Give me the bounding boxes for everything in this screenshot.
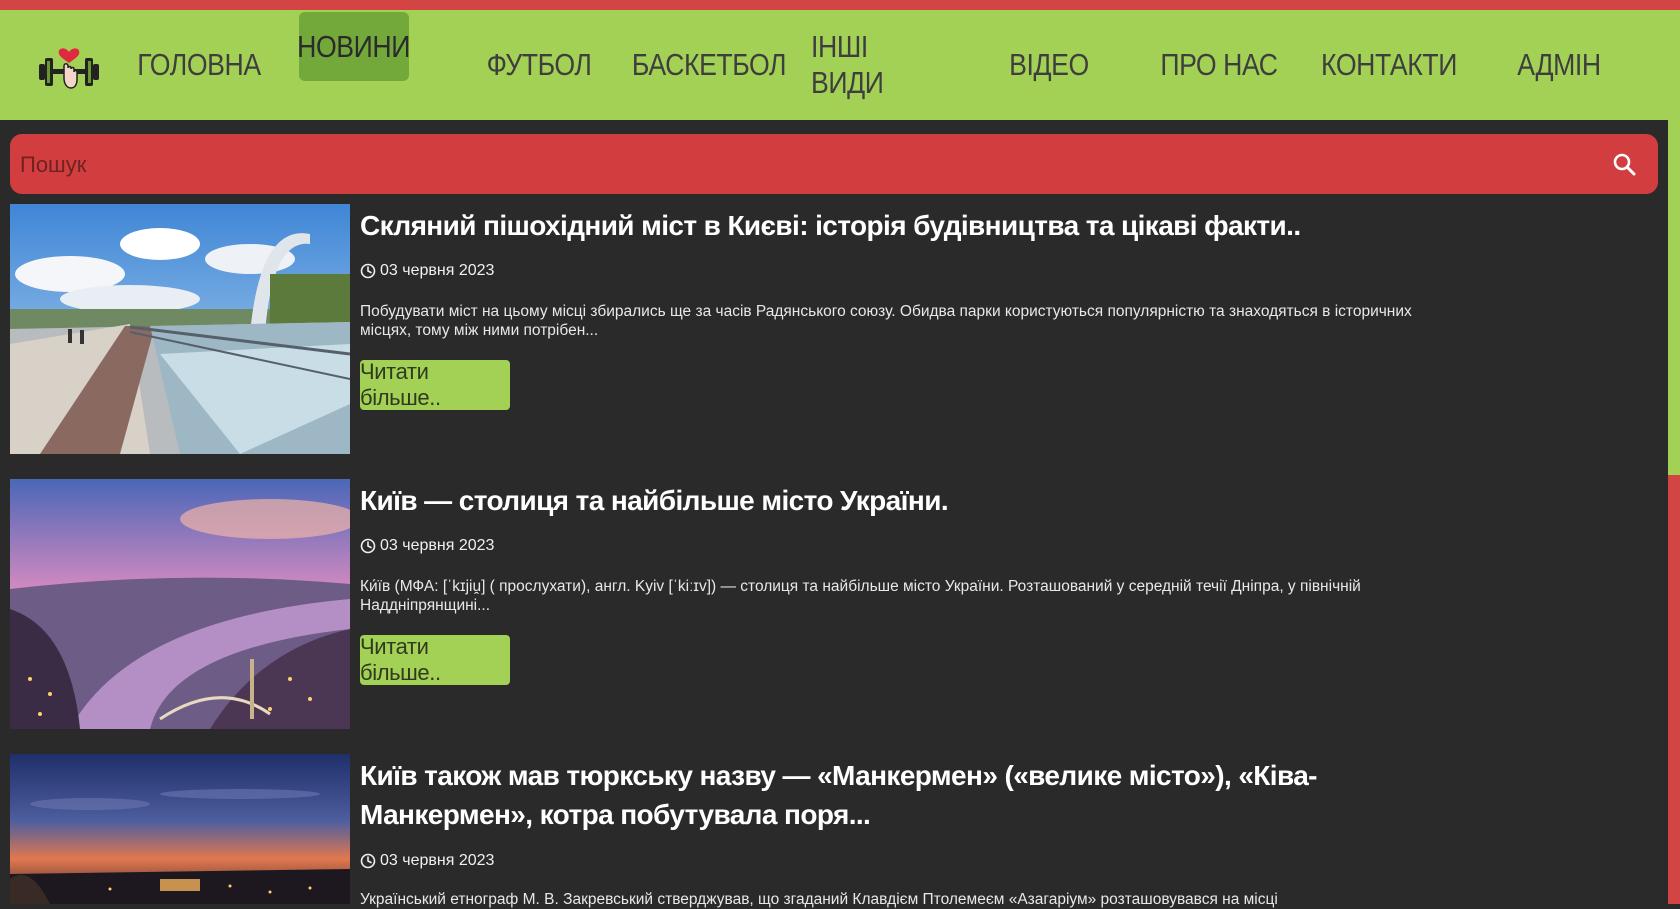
read-more-button[interactable]: Читати більше..: [360, 359, 510, 410]
clock-icon: [360, 263, 376, 279]
search-icon[interactable]: [1612, 152, 1636, 176]
article-excerpt: Побудувати міст на цьому місці збирались…: [360, 303, 1412, 339]
article-card: Київ також мав тюркську назву — «Манкерм…: [10, 754, 1450, 908]
nav-item-news-label: НОВИНИ: [297, 28, 411, 64]
clock-icon: [360, 853, 376, 869]
scrollbar-thumb[interactable]: [1668, 120, 1680, 475]
top-accent-bar: [0, 0, 1680, 10]
article-date: 03 червня 2023: [360, 262, 494, 280]
article-date: 03 червня 2023: [360, 852, 494, 870]
article-card: Скляний пішохідний міст в Києві: історія…: [10, 204, 1450, 454]
search-input[interactable]: [18, 134, 1582, 196]
clock-icon: [360, 538, 376, 554]
article-excerpt: Ки́їв (МФА: [ˈkɪjiu̯] ( прослухати), анг…: [360, 578, 1361, 614]
article-date: 03 червня 2023: [360, 537, 494, 555]
glass-bridge-image: [10, 204, 350, 454]
nav-item-home[interactable]: ГОЛОВНА: [137, 10, 261, 120]
nav-item-video[interactable]: ВІДЕО: [990, 10, 1109, 120]
kyiv-sunset-image: [10, 754, 350, 904]
article-date-text: 03 червня 2023: [380, 262, 495, 279]
article-image-glass-bridge[interactable]: [10, 204, 350, 454]
search-bar: [10, 134, 1658, 196]
nav-item-other-sports[interactable]: ІНШІ ВИДИ: [811, 10, 947, 120]
dumbbell-heart-logo-icon[interactable]: [37, 38, 101, 98]
article-date-text: 03 червня 2023: [380, 537, 495, 554]
read-more-button[interactable]: Читати більше..: [360, 634, 510, 685]
nav-item-news[interactable]: НОВИНИ: [297, 12, 411, 81]
article-excerpt: Український етнограф М. В. Закревський с…: [360, 891, 1278, 908]
article-image-kyiv-sunset[interactable]: [10, 754, 350, 904]
article-title[interactable]: Київ — столиця та найбільше місто Україн…: [360, 481, 1420, 520]
nav-item-basketball[interactable]: БАСКЕТБОЛ: [632, 10, 787, 120]
article-image-kyiv-panorama[interactable]: [10, 479, 350, 729]
article-title[interactable]: Скляний пішохідний міст в Києві: історія…: [360, 206, 1420, 245]
main-navigation: ГОЛОВНА НОВИНИ ФУТБОЛ БАСКЕТБОЛ ІНШІ ВИД…: [0, 10, 1680, 120]
nav-item-about[interactable]: ПРО НАС: [1160, 10, 1279, 120]
article-title[interactable]: Київ також мав тюркську назву — «Манкерм…: [360, 756, 1420, 834]
nav-item-contacts[interactable]: КОНТАКТИ: [1321, 10, 1457, 120]
article-card: Київ — столиця та найбільше місто Україн…: [10, 479, 1450, 729]
article-date-text: 03 червня 2023: [380, 852, 495, 869]
nav-item-admin[interactable]: АДМІН: [1500, 10, 1619, 120]
nav-item-football[interactable]: ФУТБОЛ: [480, 10, 599, 120]
kyiv-panorama-image: [10, 479, 350, 729]
